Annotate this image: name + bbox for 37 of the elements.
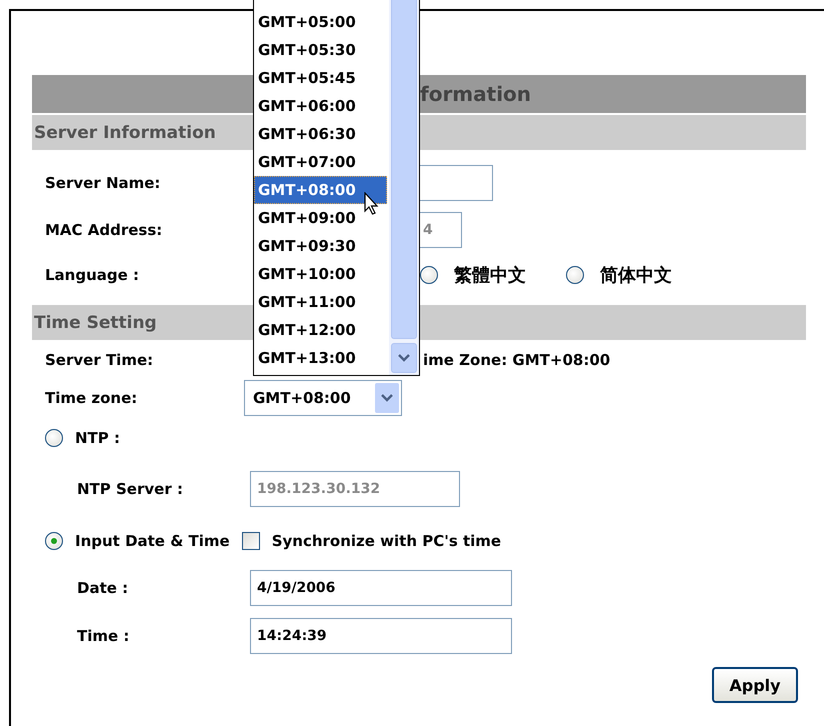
dropdown-option[interactable]: GMT+05:30: [254, 36, 387, 64]
dropdown-option[interactable]: GMT+13:00: [254, 344, 387, 372]
checkbox-label: Synchronize with PC's time: [272, 532, 502, 550]
radio-button[interactable]: [45, 429, 63, 447]
radio-label: 繁體中文: [454, 264, 526, 287]
checkbox[interactable]: [242, 532, 260, 550]
radio-button[interactable]: [566, 266, 584, 284]
apply-button[interactable]: Apply: [712, 667, 798, 703]
field-label: Language :: [44, 266, 140, 284]
radio-label: 简体中文: [600, 264, 672, 287]
input-field[interactable]: [420, 165, 493, 201]
radio-button[interactable]: [420, 266, 438, 284]
radio-button[interactable]: [45, 532, 63, 550]
radio-label: Input Date & Time: [75, 532, 230, 550]
field-label: Server Time:: [44, 351, 154, 369]
dropdown-option[interactable]: GMT+07:00: [254, 148, 387, 176]
input-field[interactable]: 14:24:39: [250, 618, 512, 654]
dropdown-option[interactable]: GMT+05:00: [254, 8, 387, 36]
field-label: Time :: [76, 627, 130, 645]
field-label: NTP Server :: [76, 480, 184, 498]
dropdown-option[interactable]: GMT+09:30: [254, 232, 387, 260]
radio-label: NTP :: [75, 429, 120, 447]
dropdown-option[interactable]: GMT+10:00: [254, 260, 387, 288]
field-label: Date :: [76, 579, 130, 597]
field-label: Server Name:: [44, 174, 162, 192]
dropdown-option[interactable]: GMT+08:00: [254, 176, 387, 204]
scrollbar[interactable]: [389, 0, 419, 375]
field-label: Time zone:: [44, 389, 138, 407]
dropdown-option[interactable]: GMT+06:30: [254, 120, 387, 148]
input-field[interactable]: 4/19/2006: [250, 570, 512, 606]
server-time-text: ime Zone: GMT+08:00: [423, 351, 610, 369]
time-zone-select[interactable]: GMT+08:00: [244, 380, 402, 416]
scroll-down-icon[interactable]: [391, 343, 417, 373]
scrollbar-thumb[interactable]: [391, 0, 417, 339]
field-label: MAC Address:: [44, 221, 164, 239]
mouse-cursor-icon: [364, 192, 379, 216]
dropdown-option[interactable]: GMT+09:00: [254, 204, 387, 232]
